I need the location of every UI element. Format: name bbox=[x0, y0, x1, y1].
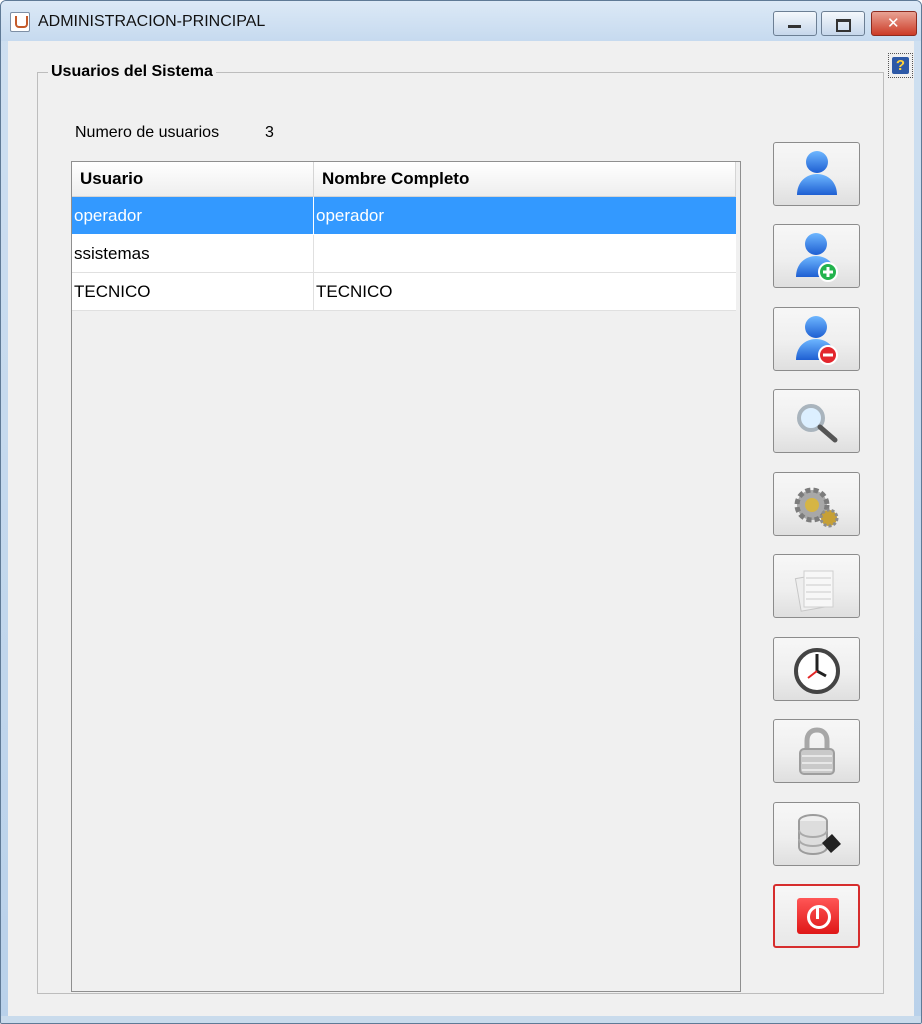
table-cell-usuario[interactable]: operador bbox=[72, 196, 314, 235]
search-button[interactable] bbox=[773, 389, 860, 453]
clock-button[interactable] bbox=[773, 637, 860, 701]
main-window: ADMINISTRACION-PRINCIPAL ? Usuarios del … bbox=[0, 0, 922, 1024]
user-add-icon bbox=[796, 233, 838, 282]
users-group-title: Usuarios del Sistema bbox=[48, 63, 216, 81]
power-icon bbox=[797, 898, 839, 934]
window-bottom-border bbox=[1, 1016, 921, 1023]
database-save-icon bbox=[798, 814, 841, 856]
table-cell-nombre-completo[interactable]: TECNICO bbox=[313, 272, 736, 311]
table-cell-usuario[interactable]: TECNICO bbox=[72, 272, 314, 311]
users-table[interactable]: Usuario Nombre Completo operador operado… bbox=[72, 162, 736, 311]
database-save-button[interactable] bbox=[773, 802, 860, 866]
table-row[interactable]: ssistemas bbox=[72, 234, 736, 273]
settings-button[interactable] bbox=[773, 472, 860, 536]
lock-icon bbox=[799, 727, 835, 775]
column-header-nombre-completo[interactable]: Nombre Completo bbox=[313, 162, 736, 197]
user-icon bbox=[797, 151, 837, 195]
magnifier-icon bbox=[797, 404, 838, 443]
table-row[interactable]: operador operador bbox=[72, 196, 736, 235]
help-icon[interactable]: ? bbox=[888, 53, 913, 78]
clock-icon bbox=[794, 648, 840, 694]
window-title: ADMINISTRACION-PRINCIPAL bbox=[38, 13, 266, 30]
add-user-button[interactable] bbox=[773, 224, 860, 288]
remove-user-button[interactable] bbox=[773, 307, 860, 371]
window-content: ? Usuarios del Sistema Numero de usuario… bbox=[8, 41, 914, 1016]
users-groupbox: Usuarios del Sistema Numero de usuarios … bbox=[37, 63, 884, 994]
table-cell-usuario[interactable]: ssistemas bbox=[72, 234, 314, 273]
user-button[interactable] bbox=[773, 142, 860, 206]
users-table-container[interactable]: Usuario Nombre Completo operador operado… bbox=[71, 161, 741, 992]
title-bar[interactable]: ADMINISTRACION-PRINCIPAL bbox=[1, 1, 921, 41]
settings-gears-icon bbox=[794, 487, 839, 528]
maximize-button[interactable] bbox=[821, 11, 865, 36]
minimize-button[interactable] bbox=[773, 11, 817, 36]
user-remove-icon bbox=[796, 316, 838, 365]
java-icon bbox=[10, 12, 30, 32]
column-header-usuario[interactable]: Usuario bbox=[72, 162, 314, 197]
documents-button[interactable] bbox=[773, 554, 860, 618]
table-row[interactable]: TECNICO TECNICO bbox=[72, 272, 736, 311]
user-count-value: 3 bbox=[265, 124, 274, 141]
lock-button[interactable] bbox=[773, 719, 860, 783]
user-count-label: Numero de usuarios bbox=[75, 124, 220, 141]
table-header-row: Usuario Nombre Completo bbox=[72, 162, 736, 197]
table-cell-nombre-completo[interactable] bbox=[313, 234, 736, 273]
close-button[interactable] bbox=[871, 11, 917, 36]
table-cell-nombre-completo[interactable]: operador bbox=[313, 196, 736, 235]
documents-icon bbox=[794, 570, 834, 612]
power-button[interactable] bbox=[773, 884, 860, 948]
